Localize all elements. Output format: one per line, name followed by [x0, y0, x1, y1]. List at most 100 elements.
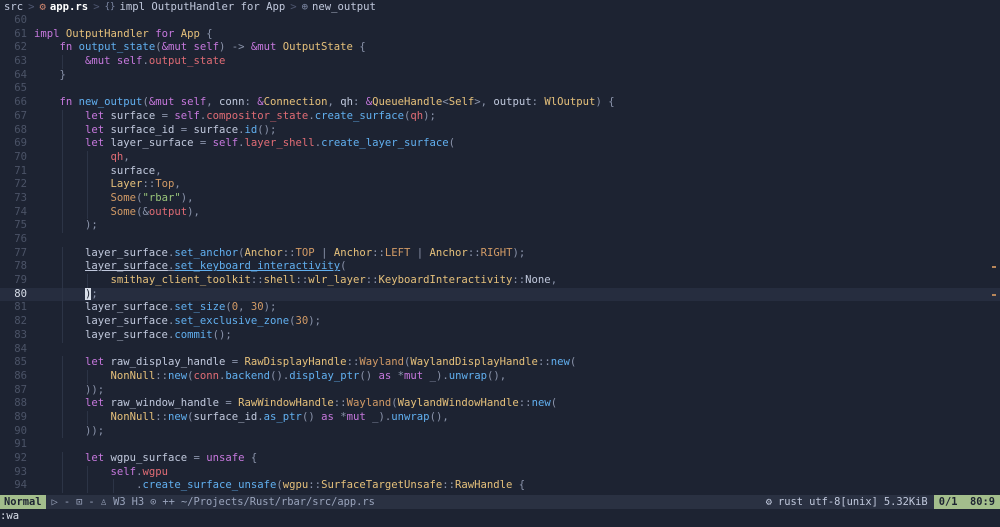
code-token: () — [301, 410, 322, 423]
code-line[interactable]: 62 fn output_state(&mut self) -> &mut Ou… — [0, 41, 1000, 55]
code-line[interactable]: 73 Some("rbar"), — [0, 191, 1000, 206]
breadcrumb-item-file[interactable]: app.rs — [50, 0, 88, 14]
line-number: 94 — [14, 479, 27, 492]
code-token: self — [174, 109, 200, 122]
code-line[interactable]: 74 Some(&output), — [0, 205, 1000, 220]
code-line[interactable]: 88 let raw_window_handle = RawWindowHand… — [0, 397, 1000, 411]
code-line[interactable]: 89 NonNull::new(surface_id.as_ptr() as *… — [0, 410, 1000, 425]
code-line[interactable]: 81 layer_surface.set_size(0, 30); — [0, 301, 1000, 316]
code-token: new — [531, 397, 551, 410]
line-number: 60 — [14, 14, 27, 26]
code-line[interactable]: 70 qh, — [0, 150, 1000, 165]
code-token: :: — [155, 410, 168, 423]
code-token: wgpu — [282, 479, 309, 492]
code-token: ), — [187, 205, 200, 218]
code-token: impl — [34, 27, 66, 40]
code-token: set_size — [174, 301, 226, 314]
code-token: Wayland — [359, 356, 404, 369]
code-token: None — [525, 274, 551, 287]
code-line[interactable]: 94 .create_surface_unsafe(wgpu::SurfaceT… — [0, 479, 1000, 494]
code-token: , — [123, 150, 130, 163]
code-line[interactable]: 72 Layer::Top, — [0, 178, 1000, 192]
breadcrumb-item-fn[interactable]: new_output — [312, 0, 376, 14]
code-token: let — [85, 137, 111, 150]
code-line[interactable]: 92 let wgpu_surface = unsafe { — [0, 452, 1000, 466]
code-token: as — [378, 369, 398, 382]
code-line[interactable]: 64 } — [0, 69, 1000, 83]
code-token: self — [212, 137, 239, 150]
code-line[interactable]: 80 ); — [0, 287, 1000, 302]
code-line[interactable]: 77 layer_surface.set_anchor(Anchor::TOP … — [0, 246, 1000, 261]
code-line[interactable]: 93 self.wgpu — [0, 465, 1000, 480]
code-token: , — [238, 301, 251, 314]
added-marker: ++ — [162, 496, 175, 508]
code-line[interactable]: 85 let raw_display_handle = RawDisplayHa… — [0, 356, 1000, 370]
code-line[interactable]: 76 — [0, 233, 1000, 247]
code-line[interactable]: 86 NonNull::new(conn.backend().display_p… — [0, 369, 1000, 384]
line-number: 72 — [14, 178, 27, 191]
code-line[interactable]: 60 — [0, 14, 1000, 28]
code-token: mut — [346, 410, 373, 423]
line-number: 79 — [14, 274, 27, 287]
code-line[interactable]: 67 let surface = self.compositor_state.c… — [0, 109, 1000, 124]
code-token: NonNull — [110, 410, 156, 423]
code-text: &mut self.output_state — [34, 55, 225, 69]
code-line[interactable]: 68 let surface_id = surface.id(); — [0, 123, 1000, 138]
code-token: :: — [365, 274, 379, 287]
code-line[interactable]: 63 &mut self.output_state — [0, 55, 1000, 69]
code-token: &mut — [250, 41, 283, 54]
code-token: (); — [257, 123, 277, 136]
code-token: unsafe — [206, 452, 251, 464]
code-editor[interactable]: 60 61 impl OutputHandler for App {62 fn ou… — [0, 14, 1000, 495]
code-token: "rbar" — [142, 191, 181, 204]
line-number: 68 — [14, 123, 27, 136]
code-line[interactable]: 87 )); — [0, 383, 1000, 398]
command-line[interactable]: :wa — [0, 509, 1000, 527]
code-token: Connection — [263, 96, 328, 109]
file-path: ~/Projects/Rust/rbar/src/app.rs — [180, 496, 375, 508]
code-line[interactable]: 90 )); — [0, 424, 1000, 439]
code-line[interactable]: 82 layer_surface.set_exclusive_zone(30); — [0, 315, 1000, 329]
code-token: (), — [429, 410, 449, 423]
code-token: conn — [193, 369, 220, 382]
code-token: layer_surface — [34, 246, 168, 259]
code-token: Some — [110, 191, 137, 204]
code-line[interactable]: 61 impl OutputHandler for App { — [0, 28, 1000, 42]
code-token: ( — [550, 397, 558, 410]
code-token: ); — [263, 301, 277, 314]
line-number: 86 — [14, 369, 27, 382]
code-line[interactable]: 78 layer_surface.set_keyboard_interactiv… — [0, 260, 1000, 275]
code-line[interactable]: 84 — [0, 343, 1000, 357]
code-line[interactable]: 91 — [0, 438, 1000, 452]
code-text: .create_surface_unsafe(wgpu::SurfaceTarg… — [34, 479, 525, 493]
code-token: surface_id — [193, 410, 258, 423]
code-line[interactable]: 83 layer_surface.commit(); — [0, 328, 1000, 343]
code-token: >, — [474, 96, 494, 109]
code-token: Some — [110, 205, 137, 218]
breadcrumb-item-impl[interactable]: impl OutputHandler for App — [119, 0, 285, 14]
code-line[interactable]: 65 — [0, 82, 1000, 96]
code-token: | — [416, 246, 430, 259]
code-token: layer_surface — [34, 301, 168, 314]
code-token: layer_surface — [110, 137, 200, 150]
code-token: &mut self — [161, 41, 219, 54]
code-token: ); — [308, 315, 322, 328]
code-token: &mut self — [148, 96, 207, 109]
line-number: 71 — [14, 164, 27, 177]
code-line[interactable]: 79 smithay_client_toolkit::shell::wlr_la… — [0, 274, 1000, 288]
code-token: :: — [295, 274, 309, 287]
code-token: as — [321, 410, 341, 423]
hint-count: H3 — [131, 496, 145, 508]
code-line[interactable]: 71 surface, — [0, 164, 1000, 179]
line-number: 92 — [14, 452, 27, 464]
code-line[interactable]: 66 fn new_output(&mut self, conn: &Conne… — [0, 96, 1000, 110]
code-line[interactable]: 69 let layer_surface = self.layer_shell.… — [0, 137, 1000, 151]
code-token: layer_surface — [85, 260, 168, 273]
breadcrumb-item-src[interactable]: src — [4, 0, 23, 14]
code-token: )); — [85, 383, 105, 396]
chevron-right-icon: > — [28, 1, 35, 13]
code-token: = — [193, 452, 207, 464]
code-line[interactable]: 75 ); — [0, 219, 1000, 233]
